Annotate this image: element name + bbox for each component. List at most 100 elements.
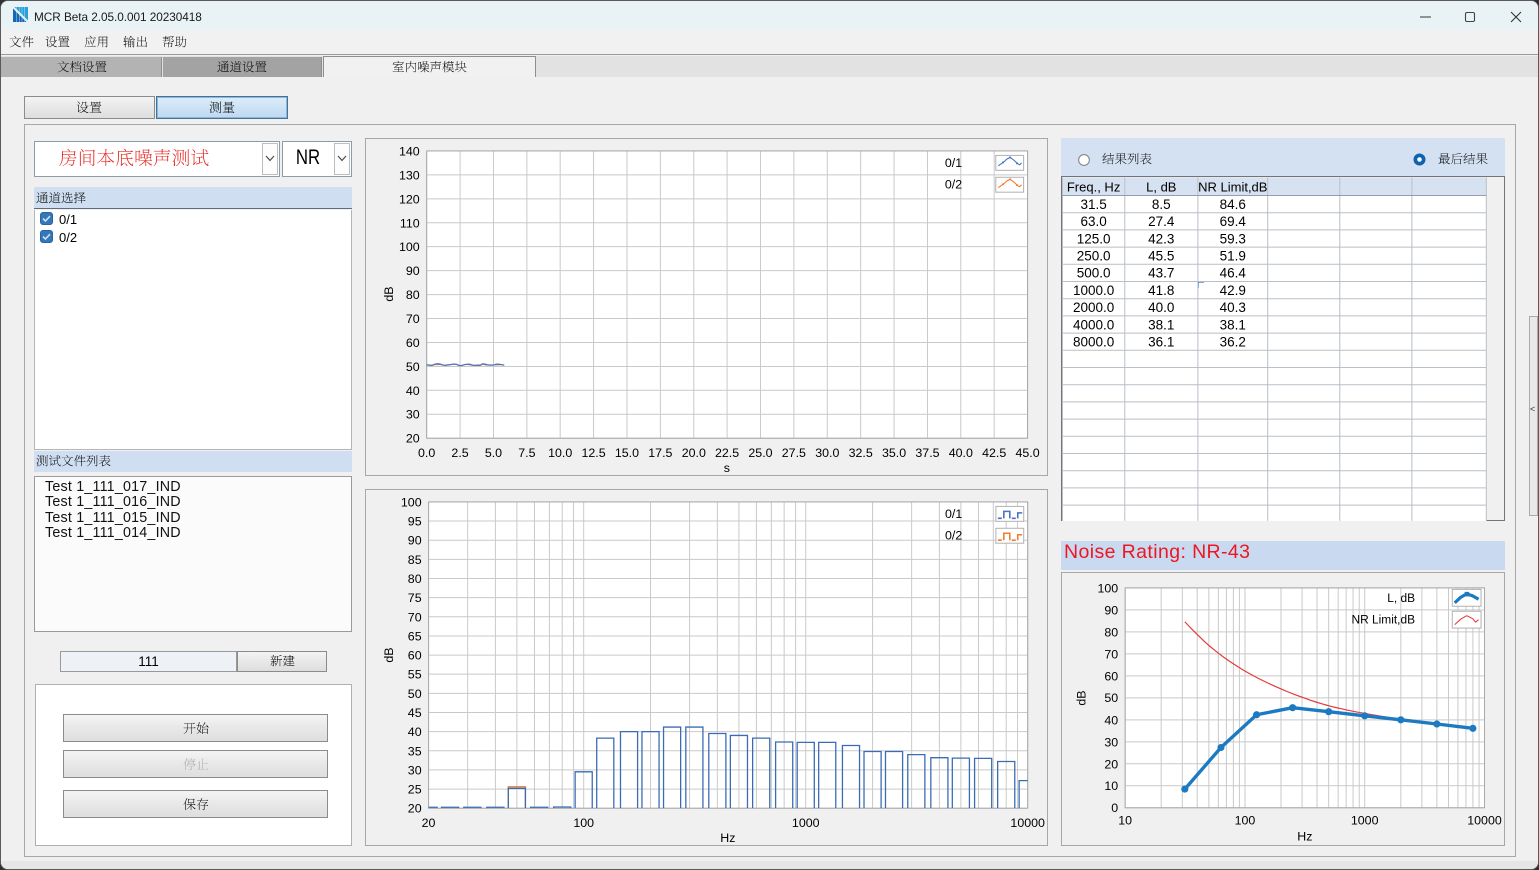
svg-text:12.5: 12.5 <box>581 446 605 460</box>
svg-text:100: 100 <box>399 240 420 254</box>
svg-text:70: 70 <box>406 312 420 326</box>
svg-text:25: 25 <box>408 782 422 796</box>
svg-text:35.0: 35.0 <box>882 446 906 460</box>
svg-text:80: 80 <box>406 288 420 302</box>
svg-text:27.4: 27.4 <box>1148 214 1175 229</box>
svg-text:85: 85 <box>408 553 422 567</box>
svg-text:30: 30 <box>406 408 420 422</box>
svg-text:32.5: 32.5 <box>849 446 873 460</box>
svg-text:10: 10 <box>1118 814 1132 828</box>
svg-text:s: s <box>724 461 730 475</box>
svg-text:0/2: 0/2 <box>945 529 962 543</box>
svg-text:50: 50 <box>406 360 420 374</box>
svg-text:40.0: 40.0 <box>1148 300 1174 315</box>
svg-text:69.4: 69.4 <box>1220 214 1247 229</box>
svg-text:45: 45 <box>408 706 422 720</box>
svg-text:100: 100 <box>1235 814 1256 828</box>
svg-text:42.5: 42.5 <box>982 446 1006 460</box>
svg-text:25.0: 25.0 <box>748 446 772 460</box>
svg-text:42.9: 42.9 <box>1220 283 1246 298</box>
svg-text:20: 20 <box>1104 757 1118 771</box>
svg-text:95: 95 <box>408 515 422 529</box>
svg-text:38.1: 38.1 <box>1220 317 1246 332</box>
svg-text:L, dB: L, dB <box>1146 180 1176 195</box>
svg-text:110: 110 <box>400 216 420 230</box>
svg-text:55: 55 <box>408 668 422 682</box>
svg-text:L, dB: L, dB <box>1387 591 1415 605</box>
svg-text:5.0: 5.0 <box>485 446 502 460</box>
svg-text:4000.0: 4000.0 <box>1073 317 1114 332</box>
svg-text:59.3: 59.3 <box>1220 231 1246 246</box>
svg-text:45.5: 45.5 <box>1148 249 1174 264</box>
svg-text:90: 90 <box>408 534 422 548</box>
svg-text:60: 60 <box>406 336 420 350</box>
svg-text:30.0: 30.0 <box>815 446 839 460</box>
svg-text:90: 90 <box>1104 603 1118 617</box>
svg-text:100: 100 <box>401 495 422 509</box>
svg-text:22.5: 22.5 <box>715 446 739 460</box>
svg-text:75: 75 <box>408 591 422 605</box>
svg-text:10: 10 <box>1104 779 1118 793</box>
svg-text:2.5: 2.5 <box>451 446 468 460</box>
svg-text:NR Limit,dB: NR Limit,dB <box>1198 180 1267 195</box>
svg-text:40.0: 40.0 <box>949 446 973 460</box>
svg-text:0/2: 0/2 <box>945 178 962 192</box>
svg-text:15.0: 15.0 <box>615 446 639 460</box>
svg-text:51.9: 51.9 <box>1220 249 1246 264</box>
svg-text:20.0: 20.0 <box>682 446 706 460</box>
svg-text:10000: 10000 <box>1467 814 1502 828</box>
svg-text:35: 35 <box>408 744 422 758</box>
svg-text:0.0: 0.0 <box>418 446 435 460</box>
svg-text:40: 40 <box>406 384 420 398</box>
svg-text:17.5: 17.5 <box>648 446 672 460</box>
svg-text:40: 40 <box>408 725 422 739</box>
svg-text:45.0: 45.0 <box>1016 446 1040 460</box>
svg-text:dB: dB <box>382 647 396 662</box>
svg-text:125.0: 125.0 <box>1077 231 1111 246</box>
svg-text:46.4: 46.4 <box>1220 266 1247 281</box>
svg-text:43.7: 43.7 <box>1148 266 1174 281</box>
svg-text:0/1: 0/1 <box>945 156 962 170</box>
svg-text:50: 50 <box>1104 691 1118 705</box>
svg-text:dB: dB <box>382 286 396 301</box>
svg-text:63.0: 63.0 <box>1080 214 1106 229</box>
svg-text:70: 70 <box>1104 647 1118 661</box>
svg-text:120: 120 <box>399 192 420 206</box>
svg-text:41.8: 41.8 <box>1148 283 1174 298</box>
svg-text:2000.0: 2000.0 <box>1073 300 1114 315</box>
svg-text:36.2: 36.2 <box>1220 335 1246 350</box>
svg-text:90: 90 <box>406 264 420 278</box>
svg-text:NR Limit,dB: NR Limit,dB <box>1352 613 1416 627</box>
svg-text:Hz: Hz <box>720 831 735 845</box>
svg-text:dB: dB <box>1074 691 1088 706</box>
svg-text:80: 80 <box>1104 625 1118 639</box>
svg-text:100: 100 <box>1098 581 1119 595</box>
svg-text:Freq., Hz: Freq., Hz <box>1067 180 1120 195</box>
svg-text:40: 40 <box>1104 713 1118 727</box>
svg-text:130: 130 <box>399 168 420 182</box>
svg-text:1000: 1000 <box>792 816 820 830</box>
svg-text:70: 70 <box>408 610 422 624</box>
svg-text:1000.0: 1000.0 <box>1073 283 1114 298</box>
svg-text:36.1: 36.1 <box>1148 335 1174 350</box>
svg-text:10000: 10000 <box>1010 816 1045 830</box>
svg-text:10.0: 10.0 <box>548 446 572 460</box>
svg-text:7.5: 7.5 <box>518 446 535 460</box>
svg-text:27.5: 27.5 <box>782 446 806 460</box>
svg-text:40.3: 40.3 <box>1220 300 1246 315</box>
svg-text:65: 65 <box>408 629 422 643</box>
svg-text:0: 0 <box>1111 801 1118 815</box>
svg-text:80: 80 <box>408 572 422 586</box>
svg-text:250.0: 250.0 <box>1077 249 1111 264</box>
svg-text:0/1: 0/1 <box>945 507 962 521</box>
svg-text:1000: 1000 <box>1351 814 1379 828</box>
svg-text:140: 140 <box>399 144 420 158</box>
svg-text:20: 20 <box>406 432 420 446</box>
svg-text:60: 60 <box>408 649 422 663</box>
svg-text:30: 30 <box>408 763 422 777</box>
svg-text:Hz: Hz <box>1297 830 1312 844</box>
svg-text:31.5: 31.5 <box>1080 197 1106 212</box>
svg-text:84.6: 84.6 <box>1220 197 1246 212</box>
svg-text:500.0: 500.0 <box>1077 266 1111 281</box>
svg-text:20: 20 <box>408 802 422 816</box>
